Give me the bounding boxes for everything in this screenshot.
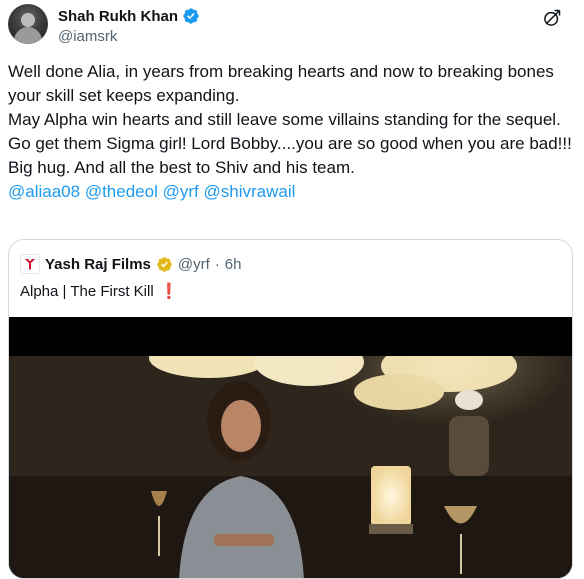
gold-verified-icon [157, 256, 172, 272]
quoted-text: Alpha | The First Kill [20, 283, 154, 300]
quoted-handle[interactable]: @yrf [178, 256, 210, 273]
mention-link[interactable]: @thedeol [85, 182, 158, 201]
quoted-display-name[interactable]: Yash Raj Films [45, 256, 151, 273]
grok-icon[interactable] [542, 8, 562, 28]
avatar-head-shape [21, 13, 35, 27]
avatar-body-shape [14, 27, 42, 44]
quoted-tweet-header: Yash Raj Films @yrf · 6h [20, 254, 241, 274]
tweet-line: Go get them Sigma girl! Lord Bobby....yo… [8, 134, 572, 153]
tweet-line: Well done Alia, in years from breaking h… [8, 62, 559, 105]
verified-badge-icon [183, 8, 199, 24]
quoted-separator: · [214, 255, 220, 273]
quoted-time[interactable]: 6h [225, 256, 242, 273]
video-thumbnail [9, 356, 572, 578]
scene-illustration [9, 356, 572, 578]
yrf-logo-icon[interactable] [20, 254, 40, 274]
author-name-row[interactable]: Shah Rukh Khan [58, 7, 200, 25]
yrf-logo-mark [25, 259, 35, 270]
mentions-line: @aliaa08 @thedeol @yrf @shivrawail [8, 180, 576, 204]
quoted-tweet-card[interactable]: Yash Raj Films @yrf · 6h Alpha | The Fir… [8, 239, 573, 579]
quoted-text-row: Alpha | The First Kill ❗ [20, 282, 178, 300]
mention-link[interactable]: @aliaa08 [8, 182, 80, 201]
tweet-header: Shah Rukh Khan @iamsrk [8, 4, 576, 48]
quoted-media[interactable] [9, 317, 572, 578]
exclamation-emoji: ❗ [159, 283, 179, 300]
mention-link[interactable]: @shivrawail [203, 182, 295, 201]
mention-link[interactable]: @yrf [163, 182, 199, 201]
tweet-body: Well done Alia, in years from breaking h… [8, 60, 576, 204]
tweet-line: May Alpha win hearts and still leave som… [8, 110, 561, 129]
author-display-name[interactable]: Shah Rukh Khan [58, 8, 178, 25]
author-avatar[interactable] [8, 4, 48, 44]
author-handle[interactable]: @iamsrk [58, 28, 117, 45]
tweet-line: Big hug. And all the best to Shiv and hi… [8, 158, 355, 177]
